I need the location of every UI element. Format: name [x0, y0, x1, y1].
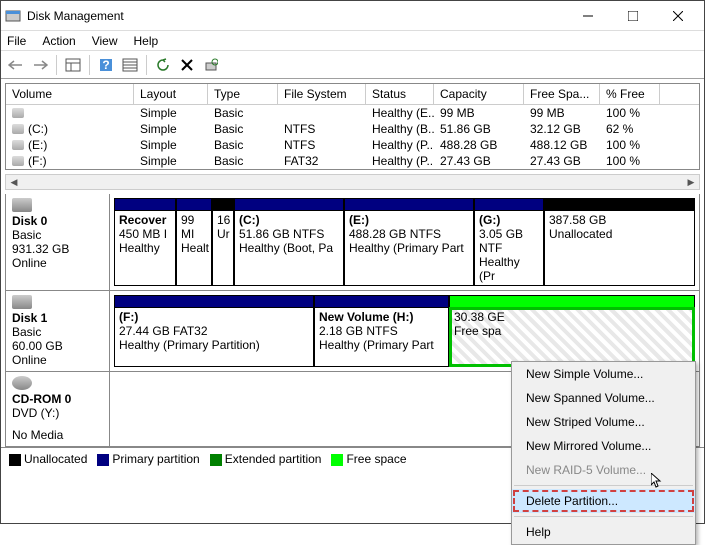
col-layout[interactable]: Layout	[134, 84, 208, 104]
context-menu: New Simple Volume... New Spanned Volume.…	[511, 361, 696, 545]
app-icon	[5, 8, 21, 24]
disk-row-0: Disk 0 Basic 931.32 GB Online Recover450…	[6, 194, 699, 291]
col-type[interactable]: Type	[208, 84, 278, 104]
legend-swatch-extended	[210, 454, 222, 466]
disk0-info[interactable]: Disk 0 Basic 931.32 GB Online	[6, 194, 110, 290]
disk0-partition-reserved[interactable]: 16Ur	[212, 210, 234, 286]
settings-button[interactable]	[119, 54, 141, 76]
back-button[interactable]	[5, 54, 27, 76]
toolbar: ?	[1, 51, 704, 79]
disk-icon	[12, 295, 32, 309]
table-row[interactable]: (C:) Simple Basic NTFS Healthy (B... 51.…	[6, 121, 699, 137]
rescan-button[interactable]	[200, 54, 222, 76]
menu-separator	[514, 516, 693, 517]
help-button[interactable]: ?	[95, 54, 117, 76]
close-button[interactable]	[655, 1, 700, 31]
table-body: Simple Basic Healthy (E... 99 MB 99 MB 1…	[6, 105, 699, 169]
drive-icon	[12, 124, 24, 134]
col-filesystem[interactable]: File System	[278, 84, 366, 104]
legend-swatch-primary	[97, 454, 109, 466]
disk1-info[interactable]: Disk 1 Basic 60.00 GB Online	[6, 291, 110, 371]
disk-icon	[12, 198, 32, 212]
table-row[interactable]: (F:) Simple Basic FAT32 Healthy (P... 27…	[6, 153, 699, 169]
scroll-right-icon[interactable]: ▶	[683, 175, 699, 189]
table-row[interactable]: Simple Basic Healthy (E... 99 MB 99 MB 1…	[6, 105, 699, 121]
volume-table: Volume Layout Type File System Status Ca…	[5, 83, 700, 170]
forward-button[interactable]	[29, 54, 51, 76]
menu-view[interactable]: View	[92, 34, 118, 48]
menu-file[interactable]: File	[7, 34, 26, 48]
menubar: File Action View Help	[1, 31, 704, 51]
disk-row-1: Disk 1 Basic 60.00 GB Online (F:)27.44 G…	[6, 291, 699, 372]
disk1-partition-f[interactable]: (F:)27.44 GB FAT32Healthy (Primary Parti…	[114, 307, 314, 367]
table-row[interactable]: (E:) Simple Basic NTFS Healthy (P... 488…	[6, 137, 699, 153]
cdrom-icon	[12, 376, 32, 390]
delete-button[interactable]	[176, 54, 198, 76]
drive-icon	[12, 108, 24, 118]
ctx-new-simple-volume[interactable]: New Simple Volume...	[512, 362, 695, 386]
cdrom-info[interactable]: CD-ROM 0 DVD (Y:) No Media	[6, 372, 110, 446]
ctx-delete-partition[interactable]: Delete Partition...	[512, 489, 695, 513]
ctx-new-spanned-volume[interactable]: New Spanned Volume...	[512, 386, 695, 410]
disk1-partition-h[interactable]: New Volume (H:)2.18 GB NTFSHealthy (Prim…	[314, 307, 449, 367]
window-title: Disk Management	[27, 9, 565, 23]
disk0-unallocated[interactable]: 387.58 GBUnallocated	[544, 210, 695, 286]
titlebar: Disk Management	[1, 1, 704, 31]
svg-text:?: ?	[102, 58, 109, 72]
legend-swatch-free	[331, 454, 343, 466]
show-hide-tree-button[interactable]	[62, 54, 84, 76]
ctx-new-raid5-volume: New RAID-5 Volume...	[512, 458, 695, 482]
disk0-partition-c[interactable]: (C:)51.86 GB NTFSHealthy (Boot, Pa	[234, 210, 344, 286]
minimize-button[interactable]	[565, 1, 610, 31]
col-capacity[interactable]: Capacity	[434, 84, 524, 104]
disk0-partition-recovery[interactable]: Recover450 MB IHealthy	[114, 210, 176, 286]
col-status[interactable]: Status	[366, 84, 434, 104]
cursor-icon	[651, 473, 667, 489]
drive-icon	[12, 140, 24, 150]
horizontal-scrollbar[interactable]: ◀ ▶	[5, 174, 700, 190]
menu-action[interactable]: Action	[42, 34, 75, 48]
disk0-partition-g[interactable]: (G:)3.05 GB NTFHealthy (Pr	[474, 210, 544, 286]
legend-swatch-unallocated	[9, 454, 21, 466]
disk0-partition-efi[interactable]: 99 MIHealt	[176, 210, 212, 286]
maximize-button[interactable]	[610, 1, 655, 31]
ctx-new-striped-volume[interactable]: New Striped Volume...	[512, 410, 695, 434]
drive-icon	[12, 156, 24, 166]
table-header: Volume Layout Type File System Status Ca…	[6, 84, 699, 105]
col-free[interactable]: Free Spa...	[524, 84, 600, 104]
disk1-free-space-selected[interactable]: 30.38 GEFree spa	[449, 307, 695, 367]
col-pctfree[interactable]: % Free	[600, 84, 660, 104]
disk0-partition-e[interactable]: (E:)488.28 GB NTFSHealthy (Primary Part	[344, 210, 474, 286]
col-volume[interactable]: Volume	[6, 84, 134, 104]
refresh-button[interactable]	[152, 54, 174, 76]
scroll-left-icon[interactable]: ◀	[6, 175, 22, 189]
menu-help[interactable]: Help	[134, 34, 159, 48]
ctx-new-mirrored-volume[interactable]: New Mirrored Volume...	[512, 434, 695, 458]
